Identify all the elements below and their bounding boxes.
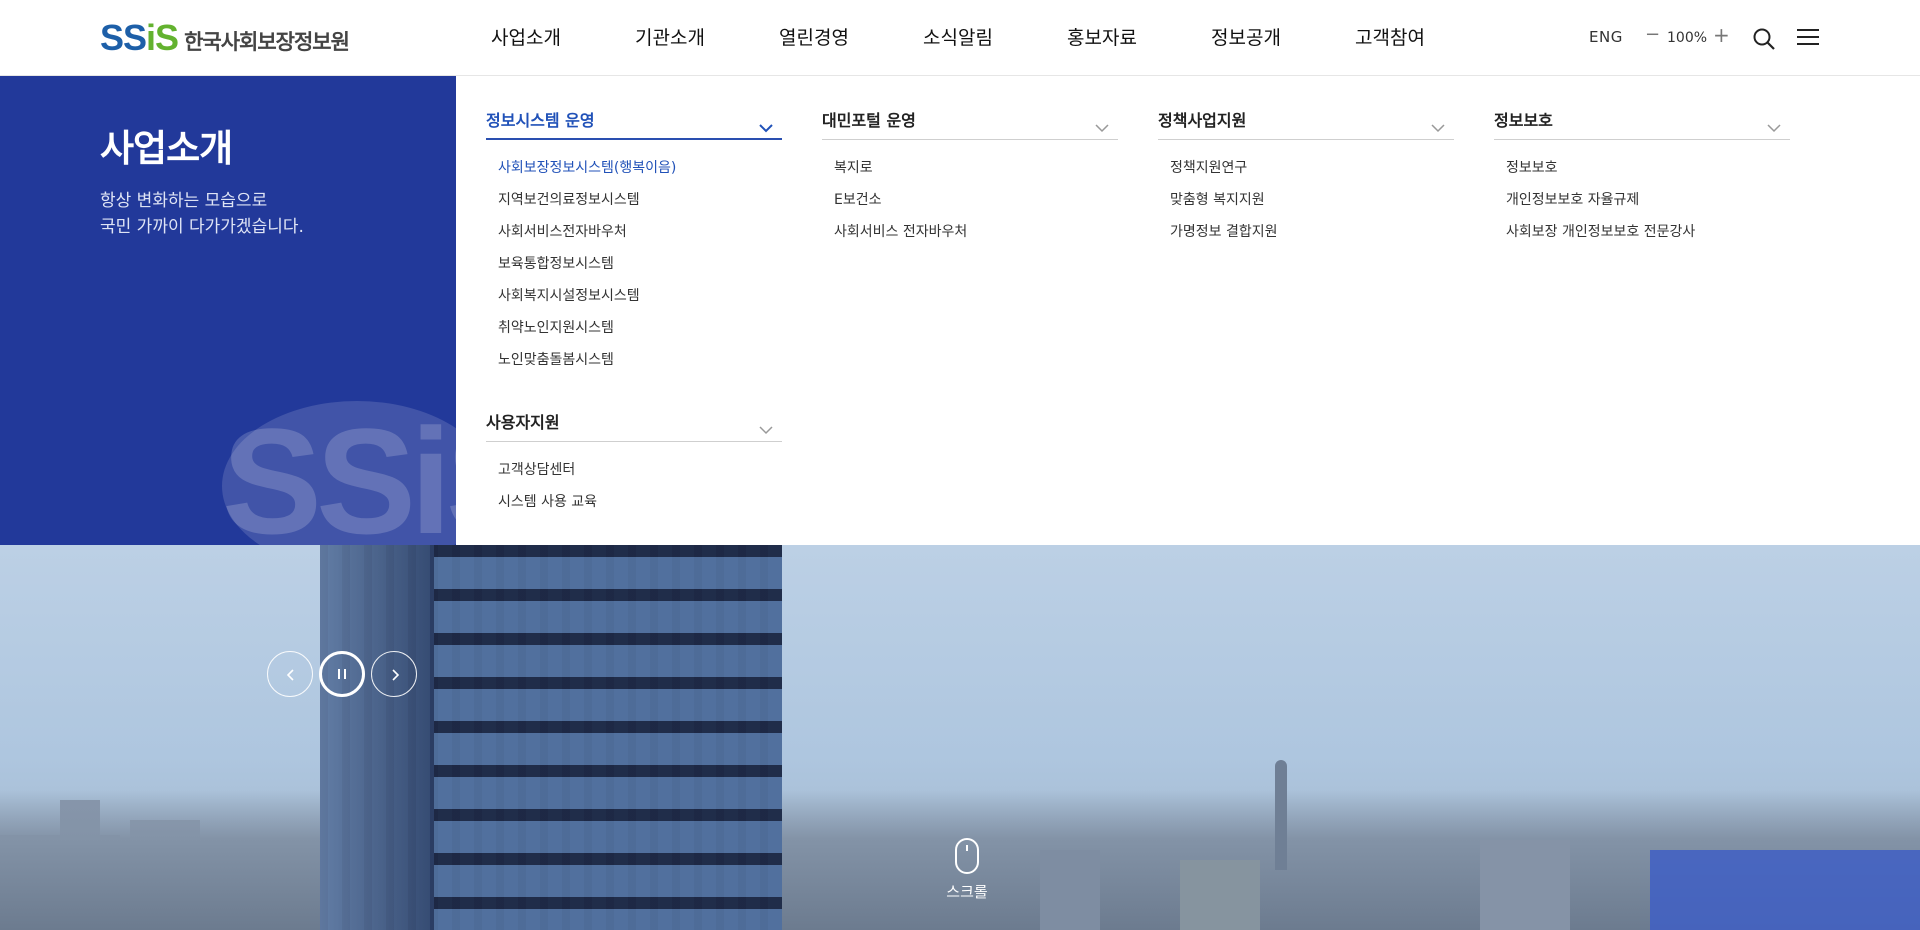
background-building (1040, 850, 1100, 930)
sub-menu-item[interactable]: 사회서비스 전자바우처 (834, 216, 1118, 248)
sub-menu-list: 정책지원연구 맞춤형 복지지원 가명정보 결합지원 (1158, 140, 1454, 248)
sub-menu-item[interactable]: 사회복지시설정보시스템 (498, 280, 782, 312)
mouse-icon (955, 838, 979, 874)
sub-menu-item[interactable]: 개인정보보호 자율규제 (1506, 184, 1790, 216)
ssis-watermark-logo: SSiS (222, 397, 456, 545)
chevron-right-icon (392, 669, 400, 681)
slide-pause-button[interactable] (319, 651, 365, 697)
slide-next-button[interactable] (371, 651, 417, 697)
chevron-down-icon (758, 412, 774, 435)
background-building (1180, 860, 1260, 930)
menu-group-title[interactable]: 사용자지원 (486, 402, 782, 442)
sub-menu-item[interactable]: 지역보건의료정보시스템 (498, 184, 782, 216)
mega-menu-description: 항상 변화하는 모습으로 국민 가까이 다가가겠습니다. (100, 191, 304, 237)
menu-group-title[interactable]: 정보보호 (1494, 100, 1790, 140)
sub-menu-item[interactable]: 사회보장 개인정보보호 전문강사 (1506, 216, 1790, 248)
office-tower-edge (320, 545, 430, 930)
office-tower-windows (434, 545, 782, 930)
chevron-down-icon (758, 110, 774, 133)
sub-menu-list: 고객상담센터 시스템 사용 교육 (486, 442, 782, 518)
blue-building (1650, 850, 1920, 930)
nav-item-disclosure[interactable]: 정보공개 (1211, 0, 1355, 76)
menu-group-security: 정보보호 정보보호 개인정보보호 자율규제 사회보장 개인정보보호 전문강사 (1494, 100, 1790, 248)
menu-group-title[interactable]: 정책사업지원 (1158, 100, 1454, 140)
sub-menu-item[interactable]: 취약노인지원시스템 (498, 312, 782, 344)
nav-item-business[interactable]: 사업소개 (491, 0, 635, 76)
chevron-down-icon (1094, 110, 1110, 133)
tower-building (1275, 760, 1287, 870)
sub-menu-item[interactable]: 복지로 (834, 152, 1118, 184)
mega-menu-panel: 정보시스템 운영 사회보장정보시스템(행복이음) 지역보건의료정보시스템 사회서… (456, 76, 1920, 545)
nav-item-pr[interactable]: 홍보자료 (1067, 0, 1211, 76)
sub-menu-item[interactable]: 정책지원연구 (1170, 152, 1454, 184)
sub-menu-item[interactable]: 시스템 사용 교육 (498, 486, 782, 518)
sub-menu-item[interactable]: 사회보장정보시스템(행복이음) (498, 152, 782, 184)
chevron-left-icon (286, 669, 294, 681)
sub-menu-item[interactable]: 보육통합정보시스템 (498, 248, 782, 280)
scroll-indicator[interactable]: 스크롤 (941, 837, 993, 902)
sub-menu-item[interactable]: 사회서비스전자바우처 (498, 216, 782, 248)
chevron-down-icon (1766, 110, 1782, 133)
sub-menu-item[interactable]: E보건소 (834, 184, 1118, 216)
nav-item-participation[interactable]: 고객참여 (1355, 0, 1499, 76)
menu-group-policy-support: 정책사업지원 정책지원연구 맞춤형 복지지원 가명정보 결합지원 (1158, 100, 1454, 248)
nav-item-news[interactable]: 소식알림 (923, 0, 1067, 76)
slide-prev-button[interactable] (267, 651, 313, 697)
ssis-logo-mark: SSiS (100, 17, 179, 58)
hamburger-menu-icon[interactable] (1797, 28, 1819, 48)
sub-menu-list: 복지로 E보건소 사회서비스 전자바우처 (822, 140, 1118, 248)
sub-menu-list: 정보보호 개인정보보호 자율규제 사회보장 개인정보보호 전문강사 (1494, 140, 1790, 248)
background-building (1480, 840, 1570, 930)
logo-text: 한국사회보장정보원 (184, 30, 350, 54)
mega-menu-title: 사업소개 (100, 127, 233, 170)
menu-group-public-portal: 대민포털 운영 복지로 E보건소 사회서비스 전자바우처 (822, 100, 1118, 248)
chevron-down-icon (1430, 110, 1446, 133)
sub-menu-item[interactable]: 정보보호 (1506, 152, 1790, 184)
sub-menu-item[interactable]: 고객상담센터 (498, 454, 782, 486)
sub-menu-item[interactable]: 가명정보 결합지원 (1170, 216, 1454, 248)
mega-menu-intro: SSiS 사업소개 항상 변화하는 모습으로 국민 가까이 다가가겠습니다. (0, 76, 456, 545)
zoom-level: 100% (1667, 30, 1708, 46)
main-nav: 사업소개 기관소개 열린경영 소식알림 홍보자료 정보공개 고객참여 (491, 0, 1499, 76)
zoom-out-button[interactable]: − (1645, 24, 1660, 45)
scroll-label: 스크롤 (946, 883, 988, 901)
sub-menu-item[interactable]: 맞춤형 복지지원 (1170, 184, 1454, 216)
menu-group-info-systems: 정보시스템 운영 사회보장정보시스템(행복이음) 지역보건의료정보시스템 사회서… (486, 100, 782, 376)
menu-group-title[interactable]: 정보시스템 운영 (486, 100, 782, 140)
nav-item-about[interactable]: 기관소개 (635, 0, 779, 76)
nav-item-management[interactable]: 열린경영 (779, 0, 923, 76)
menu-group-user-support: 사용자지원 고객상담센터 시스템 사용 교육 (486, 402, 782, 518)
site-header: SSiS 한국사회보장정보원 사업소개 기관소개 열린경영 소식알림 홍보자료 … (0, 0, 1920, 76)
menu-group-title[interactable]: 대민포털 운영 (822, 100, 1118, 140)
hero-visual: 스크롤 (0, 545, 1920, 930)
english-link[interactable]: ENG (1589, 28, 1623, 46)
logo[interactable]: SSiS 한국사회보장정보원 (100, 17, 350, 58)
search-icon[interactable] (1752, 27, 1776, 51)
sub-menu-item[interactable]: 노인맞춤돌봄시스템 (498, 344, 782, 376)
pause-icon (338, 669, 346, 679)
zoom-in-button[interactable]: + (1713, 23, 1730, 47)
sub-menu-list: 사회보장정보시스템(행복이음) 지역보건의료정보시스템 사회서비스전자바우처 보… (486, 140, 782, 376)
